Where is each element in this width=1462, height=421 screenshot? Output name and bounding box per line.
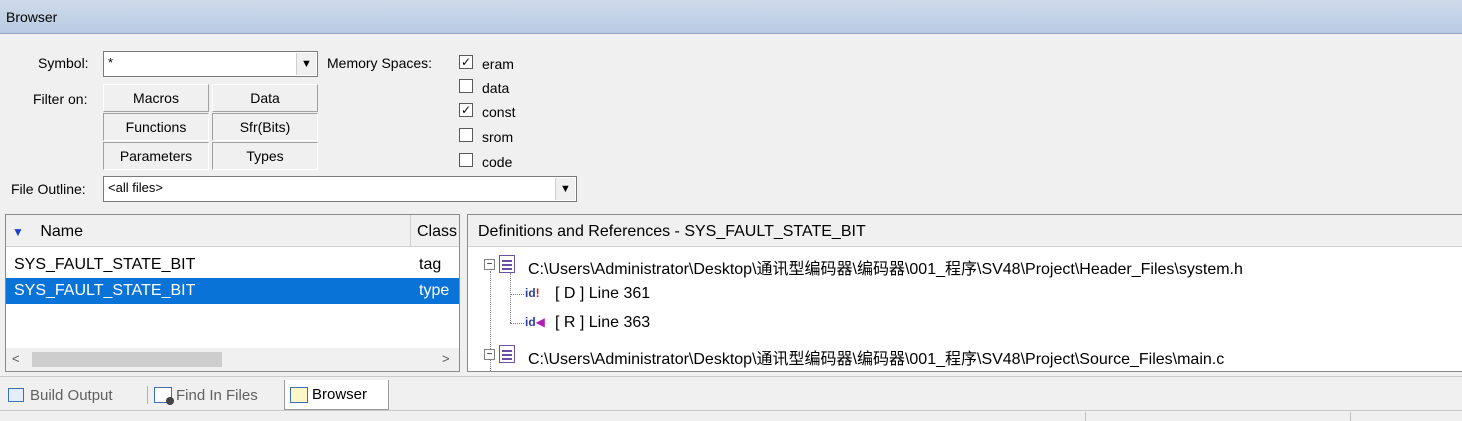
const-label: const <box>482 104 516 120</box>
file-icon <box>499 345 515 363</box>
tab-label: Browser <box>312 386 368 403</box>
definition-ref[interactable]: [ D ] Line 361 <box>555 285 650 303</box>
tab-label: Find In Files <box>176 386 258 404</box>
memory-spaces-label: Memory Spaces: <box>327 55 433 71</box>
tab-bar: Build Output Find In Files Browser <box>0 376 1462 410</box>
symbol-dropdown-icon[interactable]: ▼ <box>296 53 316 75</box>
name-column-header[interactable]: ▼ Name <box>6 215 411 247</box>
find-in-files-icon <box>154 387 174 405</box>
filter-label: Filter on: <box>33 91 88 107</box>
tree-line <box>510 323 524 324</box>
collapse-icon[interactable]: − <box>484 259 495 270</box>
data-filter-button[interactable]: Data <box>212 84 318 112</box>
horizontal-scrollbar[interactable]: < > <box>6 348 459 371</box>
scroll-left-icon[interactable]: < <box>12 351 20 366</box>
code-checkbox[interactable] <box>459 153 473 167</box>
window-title: Browser <box>0 0 1462 34</box>
file-outline-combobox[interactable]: <all files> <box>103 176 577 202</box>
scroll-right-icon[interactable]: > <box>442 351 450 366</box>
eram-label: eram <box>482 56 514 72</box>
tab-divider <box>147 386 148 404</box>
functions-filter-button[interactable]: Functions <box>103 113 209 141</box>
data-label: data <box>482 80 510 96</box>
symbol-label: Symbol: <box>38 55 89 71</box>
tree-line <box>510 294 524 295</box>
symbol-name: SYS_FAULT_STATE_BIT <box>14 256 196 273</box>
tree-line <box>510 273 511 323</box>
collapse-icon[interactable]: − <box>484 349 495 360</box>
symbol-class: type <box>419 282 450 299</box>
file-outline-dropdown-icon[interactable]: ▼ <box>555 178 575 200</box>
status-bar <box>0 410 1462 421</box>
file-outline-label: File Outline: <box>11 181 86 197</box>
symbol-combobox[interactable]: * <box>103 51 318 77</box>
sort-descending-icon: ▼ <box>12 225 24 239</box>
symbol-name: SYS_FAULT_STATE_BIT <box>14 282 196 299</box>
sfr-bits-filter-button[interactable]: Sfr(Bits) <box>212 113 318 141</box>
symbols-panel: ▼ Name Class SYS_FAULT_STATE_BIT tag SYS… <box>5 214 460 372</box>
file-path[interactable]: C:\Users\Administrator\Desktop\通讯型编码器\编码… <box>528 345 1224 369</box>
tab-label: Build Output <box>30 386 113 404</box>
symbol-value: * <box>108 55 114 70</box>
browser-icon <box>290 386 308 403</box>
srom-checkbox[interactable] <box>459 128 473 142</box>
tab-browser[interactable]: Browser <box>284 380 389 410</box>
eram-checkbox[interactable]: ✓ <box>459 55 473 69</box>
name-column-label: Name <box>40 223 84 240</box>
table-row-selected[interactable]: SYS_FAULT_STATE_BIT type <box>6 278 459 304</box>
symbol-class: tag <box>419 256 442 273</box>
tab-build-output[interactable]: Build Output <box>8 380 144 410</box>
class-column-header[interactable]: Class <box>411 215 459 247</box>
reference-ref[interactable]: [ R ] Line 363 <box>555 314 650 332</box>
parameters-filter-button[interactable]: Parameters <box>103 142 209 170</box>
definitions-panel: Definitions and References - SYS_FAULT_S… <box>467 214 1462 372</box>
scrollbar-thumb[interactable] <box>32 352 222 367</box>
file-outline-value: <all files> <box>108 180 163 195</box>
const-checkbox[interactable]: ✓ <box>459 103 473 117</box>
file-icon <box>499 255 515 273</box>
build-output-icon <box>8 388 24 402</box>
srom-label: srom <box>482 129 514 145</box>
types-filter-button[interactable]: Types <box>212 142 318 170</box>
table-row[interactable]: SYS_FAULT_STATE_BIT tag <box>6 252 459 278</box>
code-label: code <box>482 154 513 170</box>
definitions-header: Definitions and References - SYS_FAULT_S… <box>468 215 1462 247</box>
data-checkbox[interactable] <box>459 79 473 93</box>
tab-find-in-files[interactable]: Find In Files <box>154 380 280 410</box>
definition-icon: id! <box>525 286 540 300</box>
macros-filter-button[interactable]: Macros <box>103 84 209 112</box>
file-path[interactable]: C:\Users\Administrator\Desktop\通讯型编码器\编码… <box>528 255 1243 279</box>
reference-icon: id◀ <box>525 315 545 329</box>
